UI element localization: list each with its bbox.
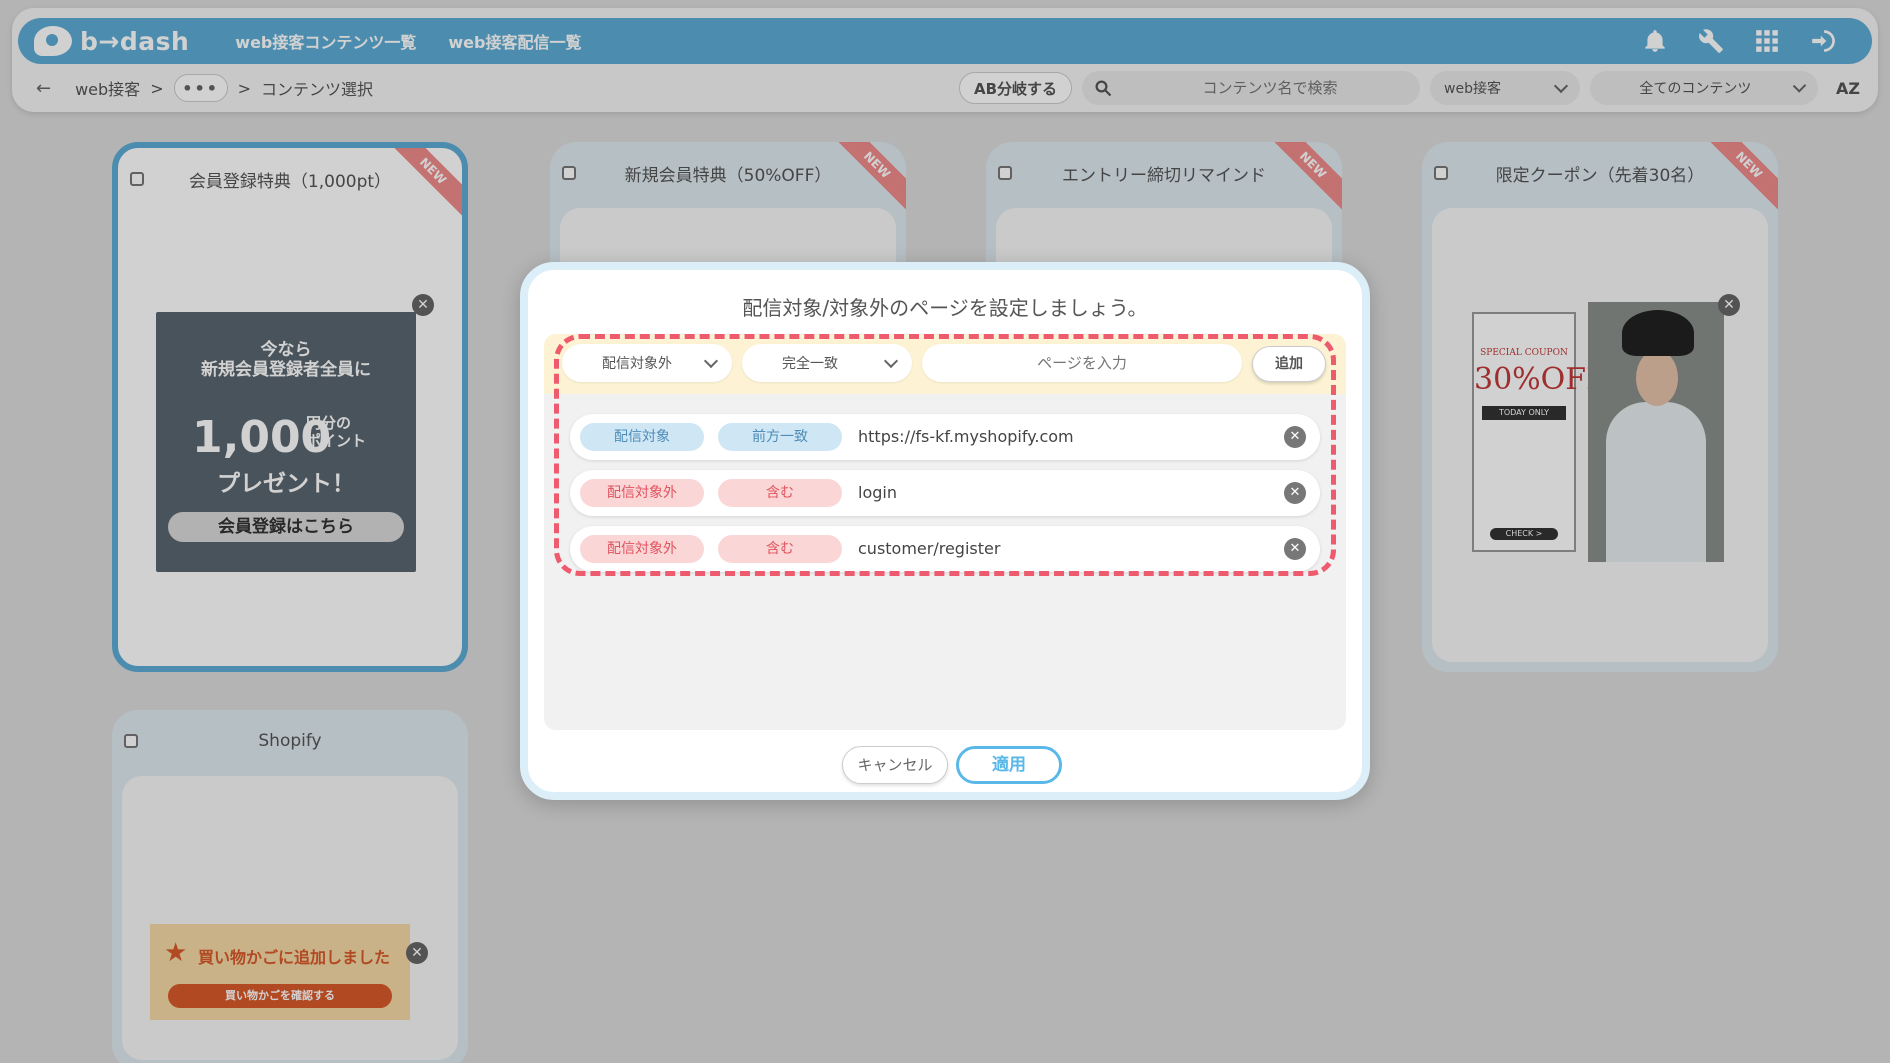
rule-match-tag: 含む (718, 535, 842, 563)
rule-row: 配信対象外 含む customer/register ✕ (570, 526, 1320, 572)
add-rule-row: 配信対象外 完全一致 追加 (544, 334, 1346, 394)
rule-match-tag: 含む (718, 479, 842, 507)
rule-type-tag: 配信対象外 (580, 535, 704, 563)
dialog-title: 配信対象/対象外のページを設定しましょう。 (742, 296, 1148, 320)
rule-match-tag: 前方一致 (718, 423, 842, 451)
rule-value: customer/register (858, 539, 1001, 558)
rule-row: 配信対象外 含む login ✕ (570, 470, 1320, 516)
delete-rule-icon[interactable]: ✕ (1284, 538, 1306, 560)
rule-area: 配信対象外 完全一致 追加 配信対象 前方一致 https://fs-kf.my… (544, 334, 1346, 730)
delete-rule-icon[interactable]: ✕ (1284, 426, 1306, 448)
target-type-value: 配信対象外 (602, 356, 672, 372)
rule-value: https://fs-kf.myshopify.com (858, 427, 1074, 446)
rule-row: 配信対象 前方一致 https://fs-kf.myshopify.com ✕ (570, 414, 1320, 460)
match-type-select[interactable]: 完全一致 (742, 344, 912, 382)
apply-button[interactable]: 適用 (956, 746, 1062, 784)
page-input[interactable] (922, 344, 1242, 382)
target-type-select[interactable]: 配信対象外 (562, 344, 732, 382)
match-type-value: 完全一致 (782, 356, 838, 372)
delete-rule-icon[interactable]: ✕ (1284, 482, 1306, 504)
cancel-button[interactable]: キャンセル (842, 746, 948, 784)
chevron-down-icon (703, 353, 719, 368)
add-rule-button[interactable]: 追加 (1252, 346, 1326, 382)
rule-type-tag: 配信対象 (580, 423, 704, 451)
rule-type-tag: 配信対象外 (580, 479, 704, 507)
page-targeting-dialog: 配信対象/対象外のページを設定しましょう。 配信対象外 完全一致 追加 配信対象… (520, 262, 1370, 800)
chevron-down-icon (883, 353, 899, 368)
rule-value: login (858, 483, 897, 502)
